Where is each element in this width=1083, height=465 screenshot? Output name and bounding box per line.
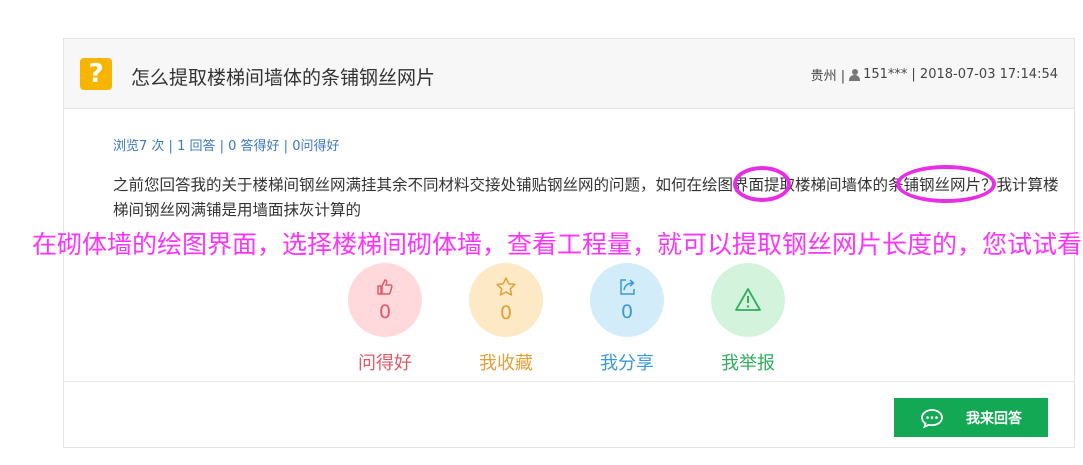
answer-button[interactable]: 我来回答 <box>894 398 1048 437</box>
user-icon <box>849 68 861 81</box>
good-question-bubble[interactable]: 0 <box>348 263 422 337</box>
question-mark-icon: ? <box>80 58 112 90</box>
share-bubble[interactable]: 0 <box>590 263 664 337</box>
stat-separator: | <box>164 139 178 154</box>
question-meta: 贵州 | 151*** | 2018-07-03 17:14:54 <box>811 65 1058 84</box>
stat-good-answers: 0 答得好 <box>228 139 280 154</box>
collect-label: 我收藏 <box>479 353 533 374</box>
question-title: 怎么提取楼梯间墙体的条铺钢丝网片 <box>131 67 436 89</box>
footer-divider <box>64 381 1074 382</box>
good-question-count: 0 <box>378 301 392 323</box>
action-collect[interactable]: 0 我收藏 <box>466 263 546 375</box>
thumbs-up-icon <box>377 279 393 295</box>
good-question-label: 问得好 <box>358 353 412 374</box>
highlight-circle <box>896 165 996 203</box>
star-icon <box>496 277 516 296</box>
question-header: ? 怎么提取楼梯间墙体的条铺钢丝网片 贵州 | 151*** | 2018-07… <box>64 39 1074 109</box>
collect-bubble[interactable]: 0 <box>469 263 543 337</box>
share-count: 0 <box>620 301 634 323</box>
share-icon <box>620 279 635 295</box>
stat-separator: | <box>215 139 229 154</box>
warning-icon <box>735 288 761 311</box>
question-location: 贵州 | <box>810 69 846 84</box>
stat-answers[interactable]: 1 回答 <box>177 139 215 154</box>
annotation-text: 在砌体墙的绘图界面，选择楼梯间砌体墙，查看工程量，就可以提取钢丝网片长度的，您试… <box>32 230 1083 259</box>
question-stats: 浏览7 次 | 1 回答 | 0 答得好 | 0问得好 <box>113 135 339 154</box>
collect-count: 0 <box>499 302 513 324</box>
action-report[interactable]: 我举报 <box>708 263 788 375</box>
question-user[interactable]: 151*** <box>863 67 907 82</box>
chat-icon <box>921 408 943 428</box>
stat-good-questions: 0问得好 <box>292 139 340 154</box>
action-share[interactable]: 0 我分享 <box>587 263 667 375</box>
stat-separator: | <box>279 139 293 154</box>
question-datetime: | 2018-07-03 17:14:54 <box>911 67 1058 82</box>
stat-views: 浏览7 次 <box>113 139 165 154</box>
share-label: 我分享 <box>600 353 654 374</box>
highlight-circle <box>733 166 791 202</box>
action-good-question[interactable]: 0 问得好 <box>345 263 425 375</box>
report-bubble[interactable] <box>711 263 785 337</box>
answer-button-label: 我来回答 <box>966 410 1022 427</box>
report-label: 我举报 <box>721 353 775 374</box>
